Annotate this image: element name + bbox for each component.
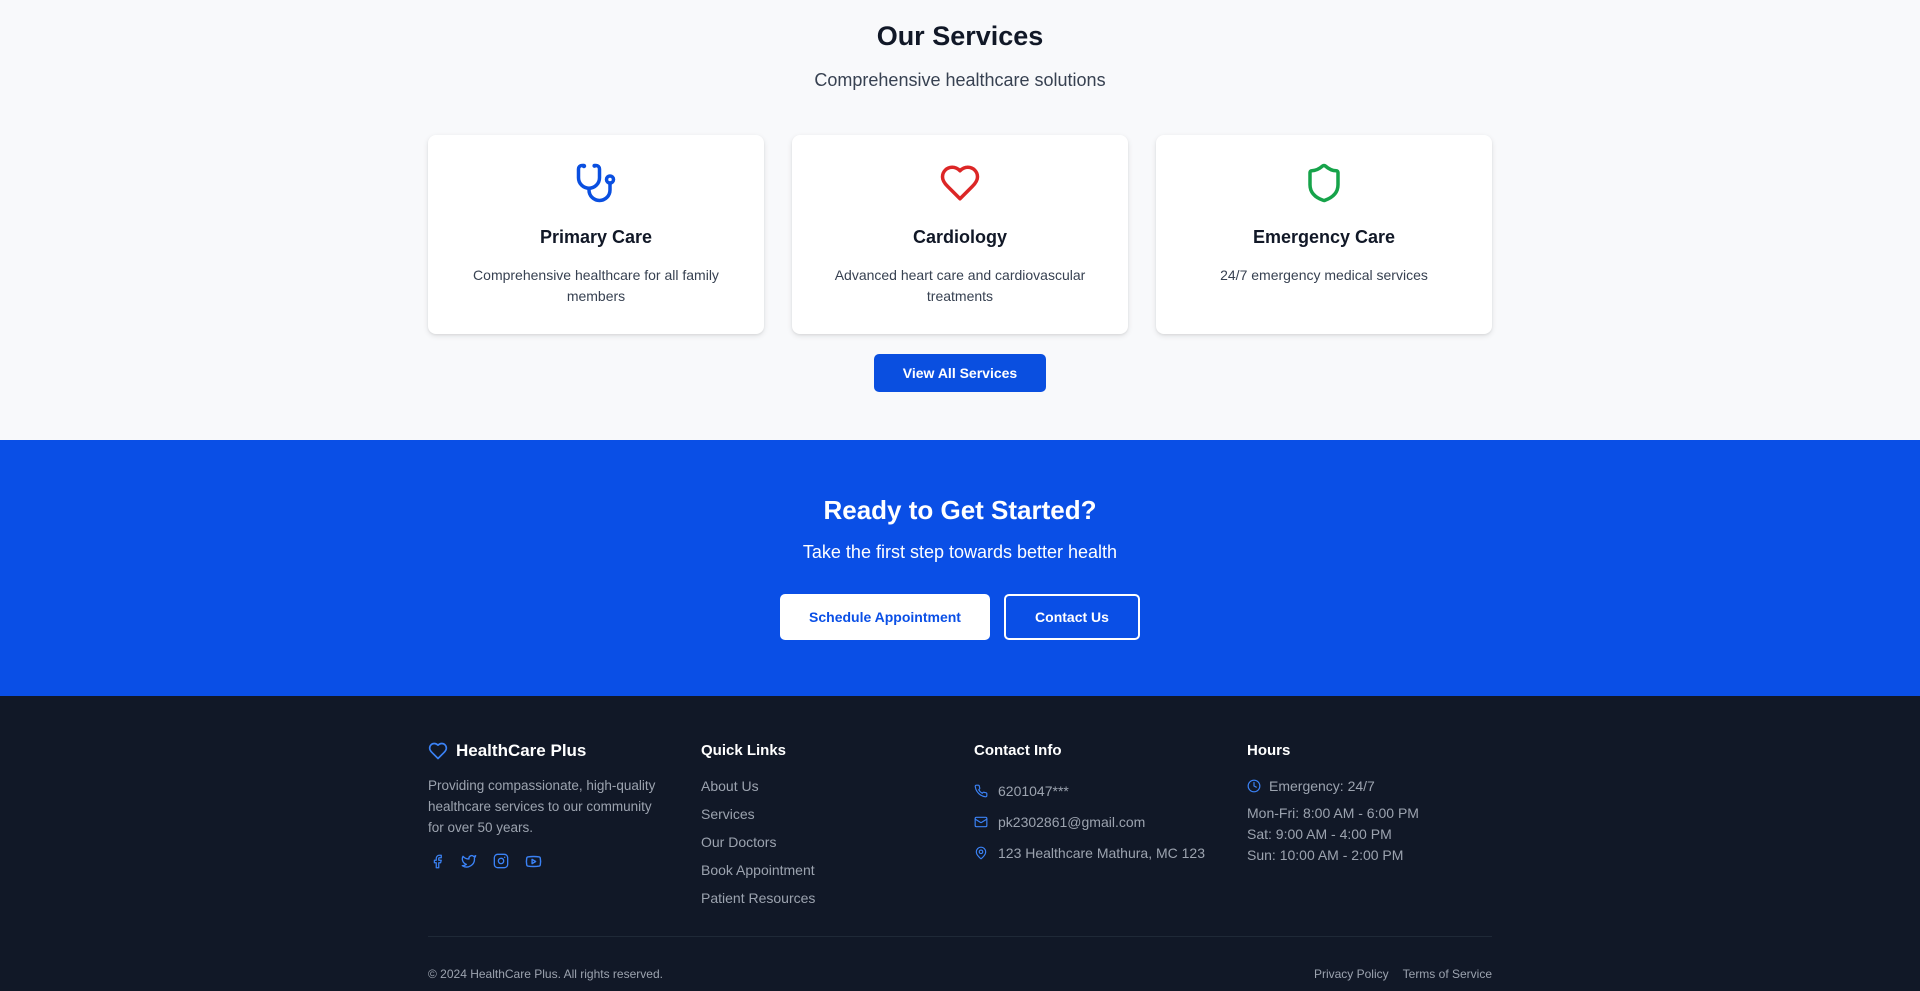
phone-icon	[974, 784, 988, 797]
footer-about-column: HealthCare Plus Providing compassionate,…	[428, 739, 668, 870]
footer-link-patient-resources[interactable]: Patient Resources	[701, 887, 941, 915]
services-section: Our Services Comprehensive healthcare so…	[0, 0, 1920, 440]
heart-icon	[428, 742, 448, 760]
email-text: pk2302861@gmail.com	[998, 813, 1146, 830]
stethoscope-icon	[428, 162, 764, 204]
footer-hours-column: Hours Emergency: 24/7 Mon-Fri: 8:00 AM -…	[1247, 739, 1507, 866]
hours-saturday: Sat: 9:00 AM - 4:00 PM	[1247, 826, 1392, 842]
footer-contact-column: Contact Info 6201047*** pk2302861@gmail.…	[974, 739, 1234, 868]
terms-of-service-link[interactable]: Terms of Service	[1403, 967, 1492, 981]
contact-us-button[interactable]: Contact Us	[1004, 594, 1140, 640]
shield-icon	[1156, 162, 1492, 204]
footer-link-services[interactable]: Services	[701, 803, 941, 831]
contact-address: 123 Healthcare Mathura, MC 123	[974, 837, 1234, 868]
twitter-icon[interactable]	[460, 852, 478, 870]
privacy-policy-link[interactable]: Privacy Policy	[1314, 967, 1389, 981]
card-description: Advanced heart care and cardiovascular t…	[834, 267, 1086, 304]
card-title: Cardiology	[912, 227, 1007, 247]
footer-link-book-appointment[interactable]: Book Appointment	[701, 859, 941, 887]
services-subtitle: Comprehensive healthcare solutions	[814, 70, 1106, 90]
service-card-primary-care[interactable]: Primary Care Comprehensive healthcare fo…	[428, 135, 764, 334]
brand-name: HealthCare Plus	[456, 741, 587, 760]
service-cards: Primary Care Comprehensive healthcare fo…	[428, 135, 1492, 334]
footer-about-text: Providing compassionate, high-quality he…	[428, 778, 656, 835]
address-text: 123 Healthcare Mathura, MC 123	[998, 844, 1205, 861]
contact-phone[interactable]: 6201047***	[974, 775, 1234, 806]
footer-brand[interactable]: HealthCare Plus	[428, 739, 668, 763]
card-title: Emergency Care	[1252, 227, 1396, 247]
map-pin-icon	[975, 846, 987, 859]
services-title: Our Services	[876, 21, 1044, 51]
card-title: Primary Care	[539, 227, 653, 247]
contact-email[interactable]: pk2302861@gmail.com	[974, 806, 1234, 837]
quick-links-heading: Quick Links	[701, 742, 787, 759]
contact-list: 6201047*** pk2302861@gmail.com 123 Healt…	[974, 775, 1234, 868]
footer-link-our-doctors[interactable]: Our Doctors	[701, 831, 941, 859]
emergency-hours: Emergency: 24/7	[1247, 775, 1507, 797]
card-description: Comprehensive healthcare for all family …	[473, 267, 719, 304]
quick-links-list: About Us Services Our Doctors Book Appoi…	[701, 775, 941, 915]
mail-icon	[974, 816, 988, 827]
view-all-services-button[interactable]: View All Services	[874, 354, 1046, 392]
footer: HealthCare Plus Providing compassionate,…	[0, 696, 1920, 991]
clock-icon	[1247, 779, 1261, 793]
card-description: 24/7 emergency medical services	[1220, 267, 1428, 283]
facebook-icon[interactable]	[428, 852, 446, 870]
copyright-text: © 2024 HealthCare Plus. All rights reser…	[428, 967, 663, 981]
footer-quick-links-column: Quick Links About Us Services Our Doctor…	[701, 739, 941, 915]
footer-link-about-us[interactable]: About Us	[701, 775, 941, 803]
hours-weekday: Mon-Fri: 8:00 AM - 6:00 PM	[1247, 805, 1419, 821]
hours-heading: Hours	[1247, 742, 1291, 759]
cta-title: Ready to Get Started?	[823, 495, 1097, 525]
cta-section: Ready to Get Started? Take the first ste…	[0, 440, 1920, 696]
footer-divider	[428, 936, 1492, 937]
youtube-icon[interactable]	[524, 852, 542, 870]
hours-sunday: Sun: 10:00 AM - 2:00 PM	[1247, 847, 1404, 863]
hours-list: Emergency: 24/7 Mon-Fri: 8:00 AM - 6:00 …	[1247, 775, 1507, 866]
social-links	[428, 852, 668, 870]
service-card-cardiology[interactable]: Cardiology Advanced heart care and cardi…	[792, 135, 1128, 334]
legal-links: Privacy Policy Terms of Service	[1314, 967, 1492, 981]
instagram-icon[interactable]	[492, 852, 510, 870]
heart-icon	[792, 162, 1128, 204]
emergency-text: Emergency: 24/7	[1269, 778, 1375, 794]
service-card-emergency-care[interactable]: Emergency Care 24/7 emergency medical se…	[1156, 135, 1492, 334]
schedule-appointment-button[interactable]: Schedule Appointment	[780, 594, 990, 640]
phone-text: 6201047***	[998, 782, 1069, 799]
contact-heading: Contact Info	[974, 742, 1062, 759]
cta-subtitle: Take the first step towards better healt…	[802, 542, 1118, 562]
